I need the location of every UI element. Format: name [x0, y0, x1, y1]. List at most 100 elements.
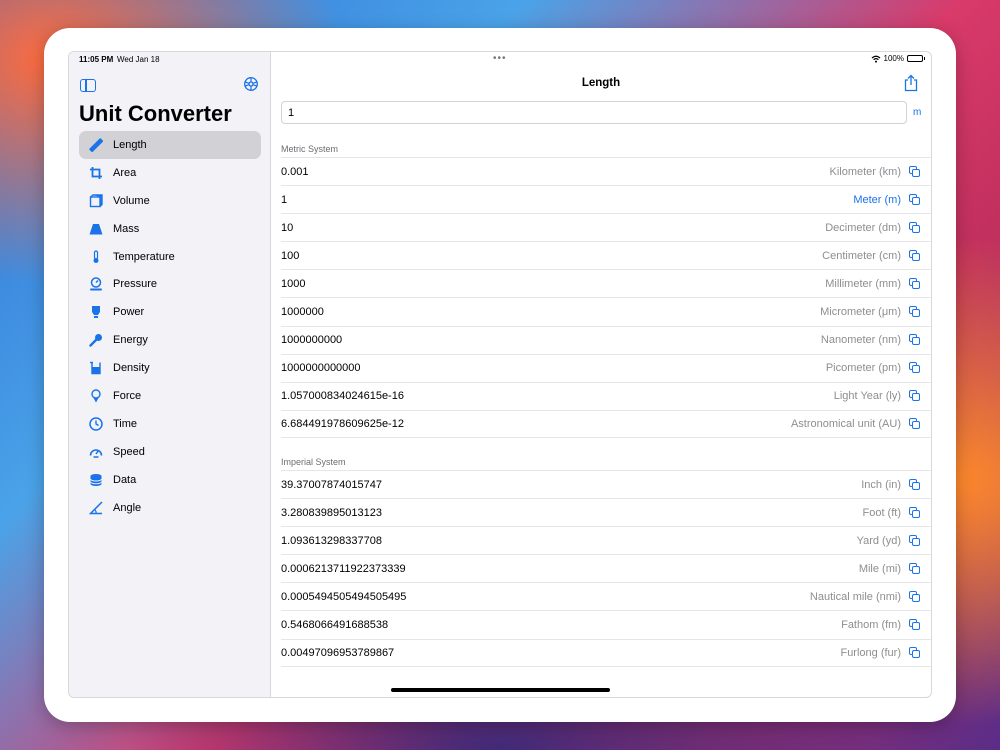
- copy-icon[interactable]: [909, 506, 921, 519]
- conversion-row[interactable]: 3.280839895013123 Foot (ft): [281, 498, 931, 526]
- unit-name[interactable]: Millimeter (mm): [825, 278, 901, 290]
- unit-name[interactable]: Astronomical unit (AU): [791, 418, 901, 430]
- sidebar-item-temperature[interactable]: Temperature: [79, 243, 261, 271]
- conversion-value: 1000000000000: [281, 362, 361, 375]
- sidebar-item-label: Temperature: [113, 250, 175, 263]
- conversion-row[interactable]: 100 Centimeter (cm): [281, 241, 931, 269]
- conversion-value: 1.057000834024615e-16: [281, 390, 404, 403]
- copy-icon[interactable]: [909, 165, 921, 178]
- conversion-row[interactable]: 0.001 Kilometer (km): [281, 157, 931, 185]
- unit-name[interactable]: Picometer (pm): [826, 362, 901, 374]
- unit-name[interactable]: Yard (yd): [857, 535, 901, 547]
- sidebar-item-volume[interactable]: Volume: [79, 187, 261, 215]
- home-indicator[interactable]: [391, 688, 610, 692]
- conversion-value: 1.093613298337708: [281, 534, 382, 547]
- copy-icon[interactable]: [909, 590, 921, 603]
- speedometer-icon: [88, 444, 104, 460]
- conversion-row[interactable]: 6.684491978609625e-12 Astronomical unit (…: [281, 409, 931, 438]
- sidebar-item-length[interactable]: Length: [79, 131, 261, 159]
- copy-icon[interactable]: [909, 562, 921, 575]
- conversion-row[interactable]: 1000000 Micrometer (μm): [281, 297, 931, 325]
- conversion-row[interactable]: 1000000000 Nanometer (nm): [281, 325, 931, 354]
- copy-icon[interactable]: [909, 646, 921, 659]
- conversion-value: 100: [281, 249, 300, 262]
- unit-name[interactable]: Nautical mile (nmi): [810, 591, 901, 603]
- sidebar-item-label: Energy: [113, 334, 148, 347]
- unit-name[interactable]: Meter (m): [853, 194, 901, 206]
- cube-icon: [88, 193, 104, 209]
- gauge-icon: [88, 276, 104, 292]
- sidebar-item-power[interactable]: Power: [79, 298, 261, 326]
- conversion-row[interactable]: 1000 Millimeter (mm): [281, 269, 931, 297]
- copy-icon[interactable]: [909, 221, 921, 234]
- crop-icon: [88, 165, 104, 181]
- sidebar-item-label: Area: [113, 166, 137, 179]
- sidebar-item-label: Density: [113, 362, 150, 375]
- sidebar-toggle-icon[interactable]: [80, 79, 96, 92]
- clock-icon: [88, 416, 104, 432]
- conversion-value: 0.0005494505494505495: [281, 590, 407, 603]
- unit-name[interactable]: Fathom (fm): [841, 619, 901, 631]
- sidebar-item-angle[interactable]: Angle: [79, 494, 261, 522]
- conversion-row[interactable]: 39.37007874015747 Inch (in): [281, 470, 931, 498]
- unit-name[interactable]: Centimeter (cm): [822, 250, 901, 262]
- status-right: 100%: [871, 54, 925, 63]
- unit-name[interactable]: Foot (ft): [862, 507, 901, 519]
- sidebar-item-force[interactable]: Force: [79, 382, 261, 410]
- copy-icon[interactable]: [909, 534, 921, 547]
- copy-icon[interactable]: [909, 362, 921, 374]
- value-input-field[interactable]: [281, 101, 907, 124]
- copy-icon[interactable]: [909, 277, 921, 290]
- sidebar-item-area[interactable]: Area: [79, 159, 261, 187]
- conversion-row[interactable]: 1 Meter (m): [281, 185, 931, 213]
- conversion-row[interactable]: 1.093613298337708 Yard (yd): [281, 526, 931, 554]
- conversion-value: 3.280839895013123: [281, 506, 382, 519]
- unit-name[interactable]: Mile (mi): [859, 563, 901, 575]
- unit-name[interactable]: Inch (in): [861, 479, 901, 491]
- copy-icon[interactable]: [909, 306, 921, 318]
- conversion-row[interactable]: 0.0006213711922373339 Mile (mi): [281, 554, 931, 582]
- unit-name[interactable]: Kilometer (km): [829, 166, 901, 178]
- copy-icon[interactable]: [909, 334, 921, 346]
- copy-icon[interactable]: [909, 193, 921, 206]
- metric-section-heading: Metric System: [281, 144, 339, 154]
- input-unit-label[interactable]: m: [913, 107, 921, 118]
- value-input[interactable]: [282, 102, 906, 123]
- sidebar-item-pressure[interactable]: Pressure: [79, 270, 261, 298]
- sidebar-item-mass[interactable]: Mass: [79, 215, 261, 243]
- conversion-value: 1000000000: [281, 334, 343, 347]
- unit-name[interactable]: Light Year (ly): [834, 390, 901, 402]
- app-screen: Unit Converter Length Area Volume Mass Tempe…: [68, 51, 932, 698]
- sidebar-item-time[interactable]: Time: [79, 410, 261, 438]
- copy-icon[interactable]: [909, 249, 921, 262]
- conversion-row[interactable]: 0.0005494505494505495 Nautical mile (nmi): [281, 582, 931, 610]
- copy-icon[interactable]: [909, 478, 921, 491]
- share-icon[interactable]: [903, 74, 919, 92]
- conversion-row[interactable]: 1000000000000 Picometer (pm): [281, 353, 931, 382]
- bulb-icon: [88, 304, 104, 320]
- conversion-row[interactable]: 0.00497096953789867 Furlong (fur): [281, 638, 931, 667]
- sidebar-item-speed[interactable]: Speed: [79, 438, 261, 466]
- settings-gear-icon[interactable]: [243, 76, 259, 92]
- conversion-row[interactable]: 10 Decimeter (dm): [281, 213, 931, 241]
- unit-name[interactable]: Nanometer (nm): [821, 334, 901, 346]
- sidebar-item-density[interactable]: Density: [79, 354, 261, 382]
- multitasking-dots-icon[interactable]: •••: [493, 53, 507, 64]
- conversion-row[interactable]: 0.5468066491688538 Fathom (fm): [281, 610, 931, 638]
- sidebar-item-data[interactable]: Data: [79, 466, 261, 494]
- conversion-row[interactable]: 1.057000834024615e-16 Light Year (ly): [281, 381, 931, 410]
- unit-name[interactable]: Furlong (fur): [840, 647, 901, 659]
- angle-icon: [88, 500, 104, 516]
- unit-name[interactable]: Decimeter (dm): [825, 222, 901, 234]
- copy-icon[interactable]: [909, 390, 921, 402]
- scale-icon: [88, 221, 104, 237]
- copy-icon[interactable]: [909, 417, 921, 430]
- wifi-icon: [871, 55, 880, 63]
- main-content: Length m Metric System 0.001 Kilometer (k…: [271, 52, 931, 697]
- sidebar: Unit Converter Length Area Volume Mass Tempe…: [69, 52, 271, 697]
- sidebar-item-energy[interactable]: Energy: [79, 326, 261, 354]
- copy-icon[interactable]: [909, 619, 921, 631]
- unit-name[interactable]: Micrometer (μm): [820, 306, 901, 318]
- conversion-value: 0.00497096953789867: [281, 646, 395, 659]
- sidebar-item-label: Pressure: [113, 278, 158, 291]
